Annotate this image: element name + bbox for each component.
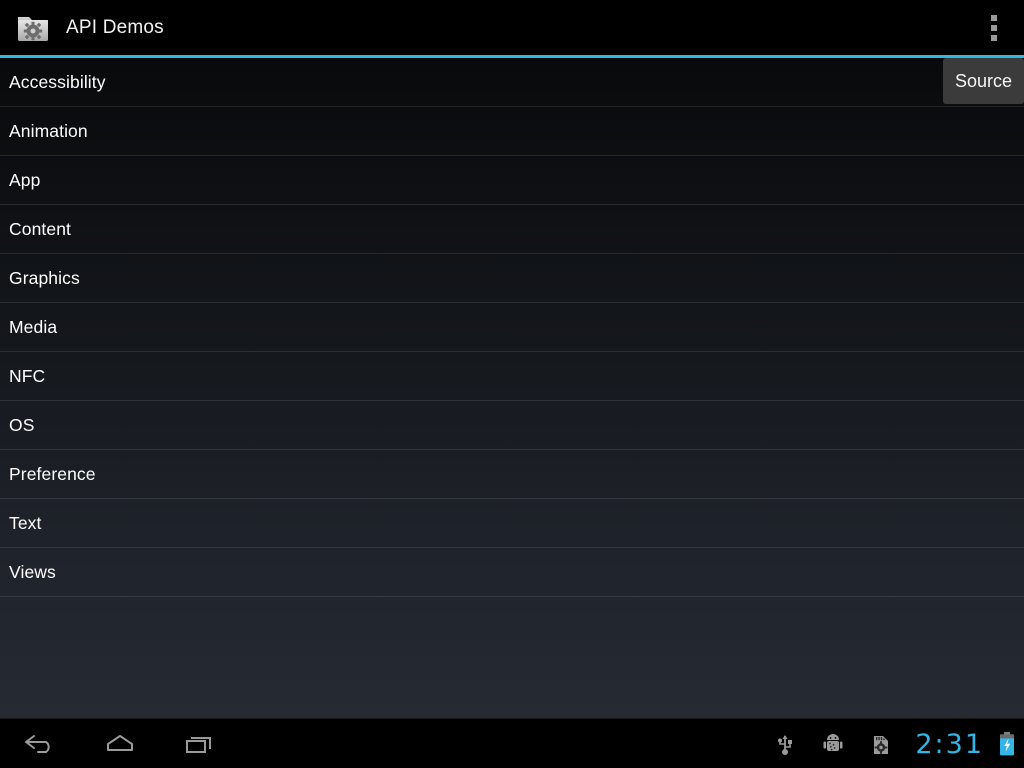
home-icon[interactable] (89, 719, 151, 768)
source-tooltip-label: Source (954, 70, 1012, 91)
list-item-label: Accessibility (9, 71, 106, 92)
list-item-label: NFC (9, 365, 46, 386)
overflow-menu-icon[interactable] (980, 0, 1008, 55)
status-icon-tray: 2:31 (761, 719, 1024, 768)
list-item[interactable]: Text (0, 499, 1024, 548)
list-item[interactable]: Views (0, 548, 1024, 597)
list-item-label: Graphics (9, 267, 80, 288)
list-item[interactable]: OS (0, 401, 1024, 450)
list-item-label: OS (9, 414, 35, 435)
list-item[interactable]: Content (0, 205, 1024, 254)
list-item[interactable]: Graphics (0, 254, 1024, 303)
android-debug-icon[interactable] (809, 719, 857, 768)
system-navigation-bar: 2:31 (0, 718, 1024, 768)
folder-gear-icon (16, 11, 50, 45)
list-item-label: Media (9, 316, 58, 337)
list-item[interactable]: Preference (0, 450, 1024, 499)
list-item-label: Preference (9, 463, 96, 484)
list-item-label: Views (9, 561, 56, 582)
list-item-label: Text (9, 512, 42, 533)
source-tooltip[interactable]: Source (942, 58, 1024, 104)
usb-icon[interactable] (761, 719, 809, 768)
page-title: API Demos (66, 16, 164, 38)
back-icon[interactable] (9, 719, 71, 768)
sdcard-settings-icon[interactable] (857, 719, 905, 768)
overflow-dot (991, 24, 997, 31)
overflow-dot (991, 14, 997, 21)
battery-charging-icon[interactable] (990, 719, 1024, 768)
list-item[interactable]: Media (0, 303, 1024, 352)
list-item-label: Animation (9, 120, 88, 141)
status-clock: 2:31 (915, 728, 984, 760)
android-screen: API Demos Accessibility Source Animation… (0, 0, 1024, 768)
list-item[interactable]: Animation (0, 107, 1024, 156)
list-item-label: App (9, 169, 41, 190)
list-item[interactable]: NFC (0, 352, 1024, 401)
demo-category-list[interactable]: Accessibility Source Animation App Conte… (0, 58, 1024, 718)
overflow-dot (991, 34, 997, 41)
action-bar: API Demos (0, 0, 1024, 55)
list-item-label: Content (9, 218, 71, 239)
list-item[interactable]: Accessibility Source (0, 58, 1024, 107)
recents-icon[interactable] (169, 719, 231, 768)
list-item[interactable]: App (0, 156, 1024, 205)
